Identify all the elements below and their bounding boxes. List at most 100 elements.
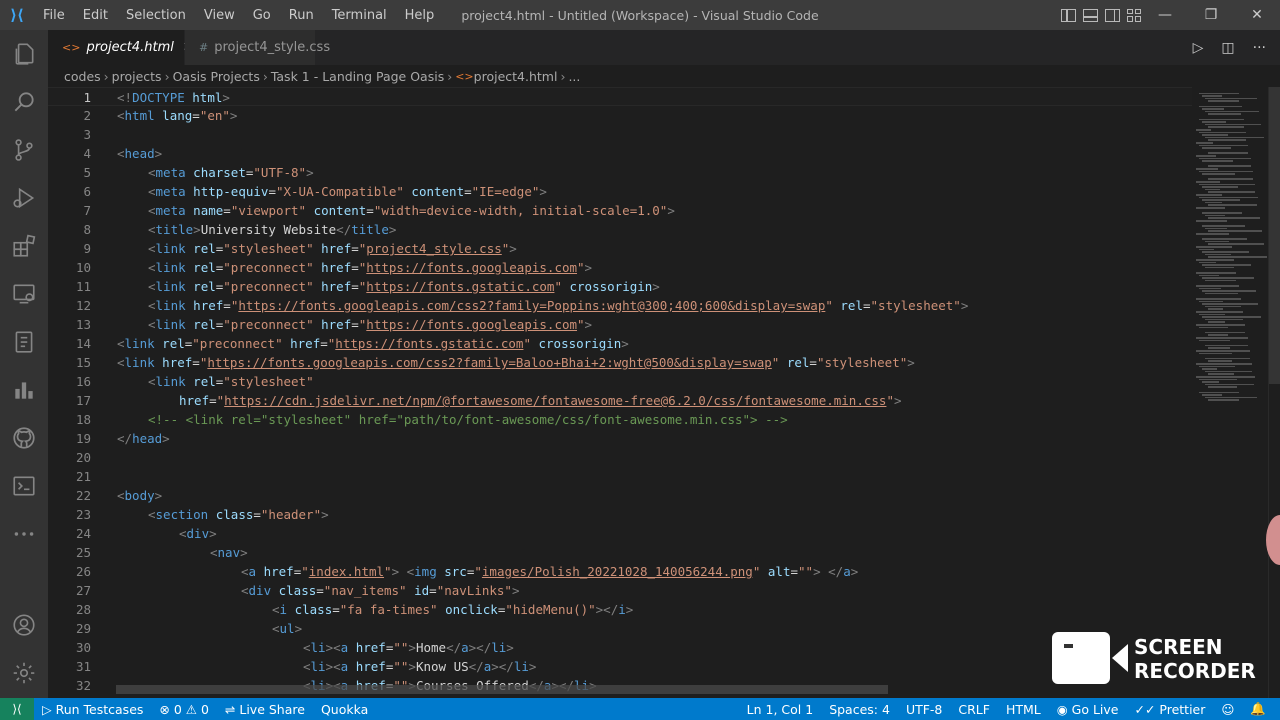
menu-help[interactable]: Help: [396, 8, 444, 23]
minimap-line: [1202, 316, 1261, 318]
code-line[interactable]: 13 <link rel="preconnect" href="https://f…: [48, 315, 1192, 334]
remote-indicator-icon[interactable]: ⟩⟨: [0, 698, 34, 720]
customize-layout-icon[interactable]: [1127, 8, 1142, 22]
problems-indicator[interactable]: ⊗ 0 ⚠ 0: [151, 702, 217, 717]
breadcrumb-item[interactable]: project4.html: [474, 69, 558, 84]
toggle-panel-icon[interactable]: [1083, 8, 1098, 22]
encoding-setting[interactable]: UTF-8: [898, 702, 950, 717]
breadcrumb-item[interactable]: Oasis Projects: [173, 69, 260, 84]
code-line[interactable]: 9 <link rel="stylesheet" href="project4_s…: [48, 239, 1192, 258]
toggle-primary-sidebar-icon[interactable]: [1061, 8, 1076, 22]
horizontal-scrollbar[interactable]: [116, 685, 888, 694]
menu-view[interactable]: View: [195, 8, 244, 23]
code-line[interactable]: 10 <link rel="preconnect" href="https://f…: [48, 258, 1192, 277]
charts-icon[interactable]: [0, 366, 48, 414]
tab-project4-style-css[interactable]: # project4_style.css: [185, 30, 330, 65]
code-line[interactable]: 3: [48, 125, 1192, 144]
code-line[interactable]: 15 <link href="https://fonts.googleapis.c…: [48, 353, 1192, 372]
breadcrumb-item[interactable]: projects: [112, 69, 162, 84]
explorer-icon[interactable]: [0, 30, 48, 78]
toggle-secondary-sidebar-icon[interactable]: [1105, 8, 1120, 22]
eol-setting[interactable]: CRLF: [950, 702, 998, 717]
search-icon[interactable]: [0, 78, 48, 126]
run-debug-icon[interactable]: [0, 174, 48, 222]
language-mode[interactable]: HTML: [998, 702, 1049, 717]
menu-selection[interactable]: Selection: [117, 8, 195, 23]
code-line[interactable]: 24 <div>: [48, 524, 1192, 543]
code-token: name: [185, 203, 224, 218]
minimap-line: [1205, 318, 1243, 321]
more-icon[interactable]: [0, 510, 48, 558]
code-line[interactable]: 29 <ul>: [48, 619, 1192, 638]
minimap[interactable]: [1192, 87, 1268, 698]
feedback-icon[interactable]: ☺: [1213, 702, 1242, 717]
go-live-button[interactable]: ◉ Go Live: [1049, 702, 1127, 717]
tab-project4-html[interactable]: <> project4.html ✕: [48, 30, 194, 65]
menu-run[interactable]: Run: [280, 8, 323, 23]
run-file-icon[interactable]: ▷: [1193, 40, 1204, 56]
settings-gear-icon[interactable]: [0, 649, 48, 697]
scrollbar-thumb[interactable]: [1269, 87, 1280, 384]
minimize-icon[interactable]: —: [1142, 0, 1188, 30]
restore-icon[interactable]: ❐: [1188, 0, 1234, 30]
code-line[interactable]: 1 <!DOCTYPE html>: [48, 87, 1192, 106]
code-line[interactable]: 21: [48, 467, 1192, 486]
split-editor-icon[interactable]: ◫: [1221, 40, 1234, 56]
code-token: </: [336, 222, 352, 237]
code-token: href: [348, 659, 386, 674]
live-share-button[interactable]: ⇌ Live Share: [217, 702, 313, 717]
code-line[interactable]: 2 <html lang="en">: [48, 106, 1192, 125]
code-text: <nav>: [210, 543, 248, 562]
menu-edit[interactable]: Edit: [74, 8, 117, 23]
code-line[interactable]: 19 </head>: [48, 429, 1192, 448]
run-testcases-button[interactable]: ▷ Run Testcases: [34, 702, 151, 717]
code-line[interactable]: 4 <head>: [48, 144, 1192, 163]
code-line[interactable]: 7 <meta name="viewport" content="width=de…: [48, 201, 1192, 220]
code-line[interactable]: 8 <title>University Website</title>: [48, 220, 1192, 239]
breadcrumb-item[interactable]: codes: [64, 69, 101, 84]
prettier-button[interactable]: ✓✓ Prettier: [1126, 702, 1213, 717]
code-line[interactable]: 30 <li><a href="">Home</a></li>: [48, 638, 1192, 657]
github-icon[interactable]: [0, 414, 48, 462]
code-line[interactable]: 6 <meta http-equiv="X-UA-Compatible" cont…: [48, 182, 1192, 201]
code-line[interactable]: 11 <link rel="preconnect" href="https://f…: [48, 277, 1192, 296]
code-token: onclick: [437, 602, 498, 617]
code-token: "stylesheet": [223, 241, 314, 256]
source-control-icon[interactable]: [0, 126, 48, 174]
quokka-button[interactable]: Quokka: [313, 702, 376, 717]
minimap-line: [1205, 279, 1236, 282]
code-line[interactable]: 31 <li><a href="">Know US</a></li>: [48, 657, 1192, 676]
code-line[interactable]: 26 <a href="index.html"> <img src="images…: [48, 562, 1192, 581]
code-line[interactable]: 27 <div class="nav_items" id="navLinks">: [48, 581, 1192, 600]
menu-terminal[interactable]: Terminal: [323, 8, 396, 23]
account-icon[interactable]: [0, 601, 48, 649]
code-line[interactable]: 28 <i class="fa fa-times" onclick="hideMe…: [48, 600, 1192, 619]
code-line[interactable]: 22 <body>: [48, 486, 1192, 505]
remote-explorer-icon[interactable]: [0, 270, 48, 318]
more-actions-icon[interactable]: ···: [1253, 40, 1266, 56]
indentation-setting[interactable]: Spaces: 4: [821, 702, 898, 717]
code-line[interactable]: 18 <!-- <link rel="stylesheet" href="path…: [48, 410, 1192, 429]
cursor-position[interactable]: Ln 1, Col 1: [739, 702, 822, 717]
code-line[interactable]: 20: [48, 448, 1192, 467]
extensions-icon[interactable]: [0, 222, 48, 270]
code-token: href: [179, 393, 210, 408]
close-window-icon[interactable]: ✕: [1234, 0, 1280, 30]
code-line[interactable]: 14 <link rel="preconnect" href="https://f…: [48, 334, 1192, 353]
notifications-icon[interactable]: 🔔: [1242, 701, 1274, 717]
code-line[interactable]: 16 <link rel="stylesheet": [48, 372, 1192, 391]
code-line[interactable]: 23 <section class="header">: [48, 505, 1192, 524]
code-line[interactable]: 5 <meta charset="UTF-8">: [48, 163, 1192, 182]
testing-icon[interactable]: [0, 318, 48, 366]
code-line[interactable]: 12 <link href="https://fonts.googleapis.c…: [48, 296, 1192, 315]
code-line[interactable]: 25 <nav>: [48, 543, 1192, 562]
breadcrumb-item[interactable]: ...: [568, 69, 580, 84]
terminal-icon[interactable]: [0, 462, 48, 510]
breadcrumb-item[interactable]: Task 1 - Landing Page Oasis: [271, 69, 444, 84]
code-editor[interactable]: 1 <!DOCTYPE html> 2 <html lang="en"> 3 4 <head…: [48, 87, 1192, 698]
vertical-scrollbar[interactable]: [1268, 87, 1280, 698]
menu-go[interactable]: Go: [244, 8, 280, 23]
menu-file[interactable]: File: [34, 8, 74, 23]
code-line[interactable]: 17 href= "https://cdn.jsdelivr.net/npm/@fo…: [48, 391, 1192, 410]
minimap-line: [1205, 253, 1232, 256]
